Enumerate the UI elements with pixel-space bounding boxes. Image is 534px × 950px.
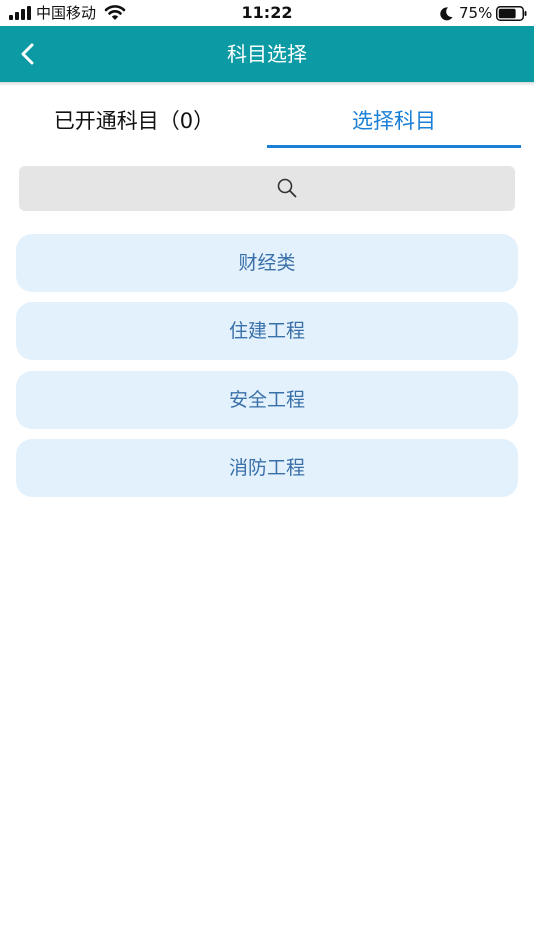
back-button[interactable] (12, 38, 44, 70)
status-bar: 中国移动 11:22 75% (0, 0, 534, 26)
tab-select-subjects[interactable]: 选择科目 (267, 96, 521, 148)
category-item-safety-engineering[interactable]: 安全工程 (16, 371, 518, 429)
nav-shadow (0, 82, 534, 86)
chevron-left-icon (21, 43, 34, 65)
moon-icon (440, 7, 453, 21)
search-input[interactable] (19, 166, 515, 211)
search-icon (277, 178, 297, 198)
tab-select-subjects-label: 选择科目 (352, 109, 436, 133)
tab-bar: 已开通科目（0） 选择科目 (0, 96, 534, 148)
category-item-housing-construction[interactable]: 住建工程 (16, 302, 518, 360)
category-item-fire-engineering[interactable]: 消防工程 (16, 439, 518, 497)
battery-percent: 75% (459, 4, 493, 22)
active-tab-indicator (267, 145, 521, 148)
page-title: 科目选择 (227, 42, 307, 66)
category-item-finance[interactable]: 财经类 (16, 234, 518, 292)
battery-icon (496, 6, 527, 21)
navigation-bar: 科目选择 (0, 26, 534, 82)
tab-opened-subjects[interactable]: 已开通科目（0） (14, 96, 254, 148)
